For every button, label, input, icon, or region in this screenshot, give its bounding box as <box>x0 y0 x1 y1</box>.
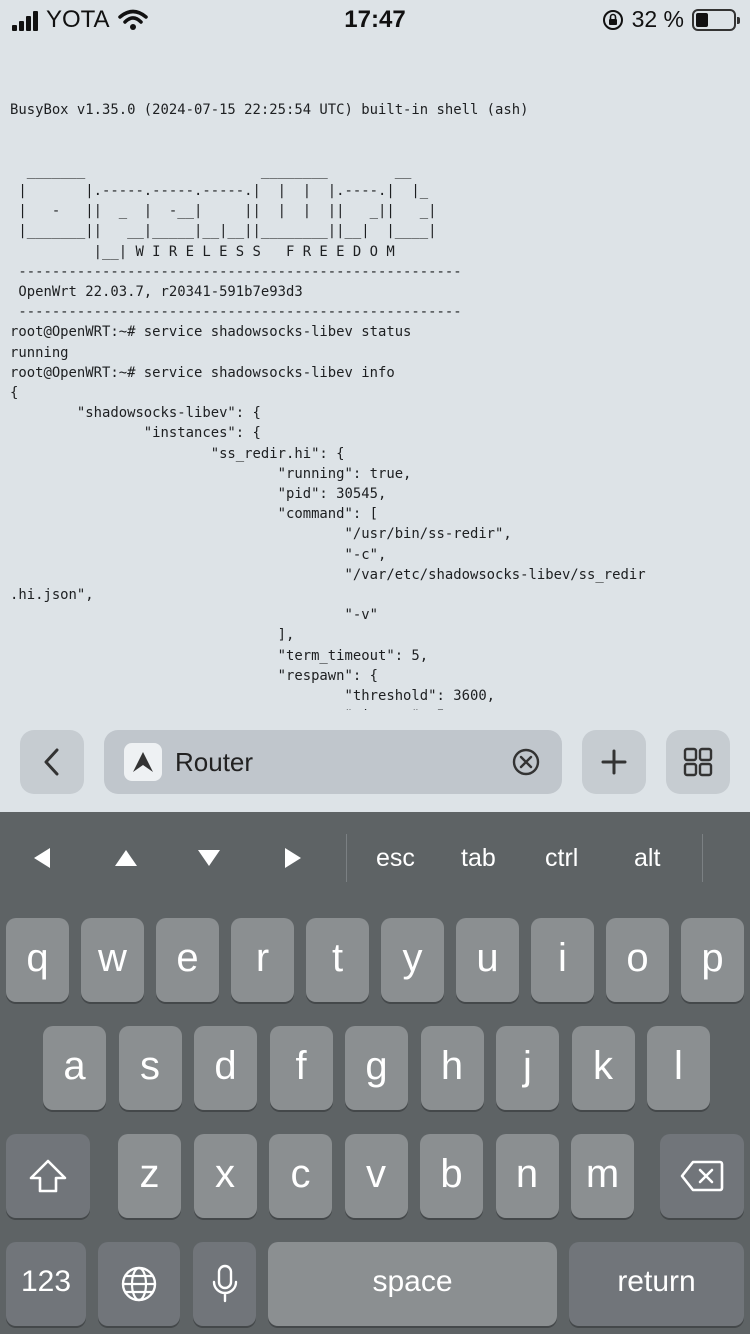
keyboard: esc tab ctrl alt q w e r t y u i o p a s d f g h j k l z x… <box>0 812 750 1334</box>
microphone-icon <box>212 1264 237 1303</box>
status-bar: YOTA 17:47 32 % <box>0 0 750 42</box>
numbers-key-label: 123 <box>20 1265 72 1298</box>
key-y[interactable]: y <box>381 918 444 1002</box>
globe-key[interactable] <box>98 1242 180 1326</box>
status-right: 32 % <box>602 6 740 33</box>
shift-icon <box>29 1159 67 1193</box>
space-key[interactable]: space <box>268 1242 557 1326</box>
battery-percent: 32 % <box>631 6 684 32</box>
key-a[interactable]: a <box>43 1026 106 1110</box>
tabs-grid-icon <box>683 747 713 777</box>
rotation-lock-icon <box>602 9 623 30</box>
numbers-key[interactable]: 123 <box>6 1242 86 1326</box>
arrow-right-icon[interactable] <box>285 848 301 868</box>
key-c[interactable]: c <box>269 1134 332 1218</box>
divider <box>346 834 347 882</box>
keyboard-accessory-bar: esc tab ctrl alt <box>0 812 750 904</box>
return-key[interactable]: return <box>569 1242 744 1326</box>
key-label: a <box>63 1043 86 1088</box>
key-label: w <box>98 935 127 980</box>
shift-key[interactable] <box>6 1134 90 1218</box>
terminal-output[interactable]: BusyBox v1.35.0 (2024-07-15 22:25:54 UTC… <box>10 80 745 710</box>
key-g[interactable]: g <box>345 1026 408 1110</box>
return-key-label: return <box>617 1265 696 1298</box>
key-l[interactable]: l <box>647 1026 710 1110</box>
key-label: r <box>255 935 270 980</box>
key-label: n <box>515 1151 539 1196</box>
ctrl-key[interactable]: ctrl <box>545 844 578 873</box>
key-label: z <box>139 1151 160 1196</box>
key-z[interactable]: z <box>118 1134 181 1218</box>
key-x[interactable]: x <box>193 1134 257 1218</box>
key-label: o <box>626 935 649 980</box>
tab-key[interactable]: tab <box>461 844 496 873</box>
key-label: i <box>558 935 567 980</box>
key-r[interactable]: r <box>231 918 294 1002</box>
alt-key[interactable]: alt <box>634 844 660 873</box>
key-s[interactable]: s <box>118 1026 182 1110</box>
tabs-button[interactable] <box>666 730 730 794</box>
battery-level <box>696 12 708 27</box>
key-label: l <box>674 1043 683 1088</box>
plus-icon <box>601 749 627 775</box>
terminal-text: BusyBox v1.35.0 (2024-07-15 22:25:54 UTC… <box>10 102 646 710</box>
site-title: Router <box>175 747 254 777</box>
chevron-left-icon <box>44 748 59 776</box>
key-label: k <box>593 1043 613 1088</box>
key-label: y <box>402 935 423 980</box>
new-tab-button[interactable] <box>582 730 646 794</box>
arrow-down-icon[interactable] <box>198 850 220 866</box>
key-j[interactable]: j <box>496 1026 559 1110</box>
back-button[interactable] <box>20 730 84 794</box>
backspace-key[interactable] <box>660 1134 744 1218</box>
browser-toolbar: Router <box>0 714 750 812</box>
key-p[interactable]: p <box>681 918 744 1002</box>
arrow-up-icon[interactable] <box>115 850 137 866</box>
key-label: v <box>366 1151 386 1196</box>
key-h[interactable]: h <box>420 1026 484 1110</box>
key-f[interactable]: f <box>269 1026 333 1110</box>
arrow-left-icon[interactable] <box>34 848 50 868</box>
key-label: q <box>26 935 49 980</box>
key-v[interactable]: v <box>344 1134 408 1218</box>
address-field[interactable]: Router <box>104 730 562 794</box>
key-o[interactable]: o <box>606 918 669 1002</box>
key-label: x <box>215 1151 235 1196</box>
space-key-label: space <box>372 1265 453 1298</box>
key-label: h <box>440 1043 464 1088</box>
key-d[interactable]: d <box>194 1026 257 1110</box>
key-t[interactable]: t <box>306 918 369 1002</box>
key-k[interactable]: k <box>571 1026 635 1110</box>
key-label: c <box>290 1151 311 1196</box>
key-e[interactable]: e <box>156 918 219 1002</box>
key-label: b <box>440 1151 463 1196</box>
key-u[interactable]: u <box>456 918 519 1002</box>
site-favicon-icon <box>124 743 162 781</box>
key-label: u <box>476 935 499 980</box>
key-w[interactable]: w <box>81 918 144 1002</box>
key-m[interactable]: m <box>571 1134 634 1218</box>
dictation-key[interactable] <box>193 1242 256 1326</box>
key-label: s <box>140 1043 160 1088</box>
key-label: g <box>365 1043 388 1088</box>
key-b[interactable]: b <box>420 1134 483 1218</box>
key-label: e <box>176 935 199 980</box>
key-label: d <box>214 1043 237 1088</box>
key-q[interactable]: q <box>6 918 69 1002</box>
esc-key[interactable]: esc <box>376 844 415 873</box>
globe-icon <box>121 1266 157 1302</box>
key-n[interactable]: n <box>495 1134 559 1218</box>
battery-icon <box>692 8 740 31</box>
divider <box>702 834 703 882</box>
key-label: p <box>701 935 724 980</box>
backspace-icon <box>680 1160 724 1192</box>
key-label: m <box>585 1151 620 1196</box>
clear-icon[interactable] <box>512 748 540 776</box>
key-label: t <box>331 935 344 980</box>
key-label: j <box>523 1043 532 1088</box>
key-label: f <box>295 1043 307 1088</box>
key-i[interactable]: i <box>531 918 594 1002</box>
